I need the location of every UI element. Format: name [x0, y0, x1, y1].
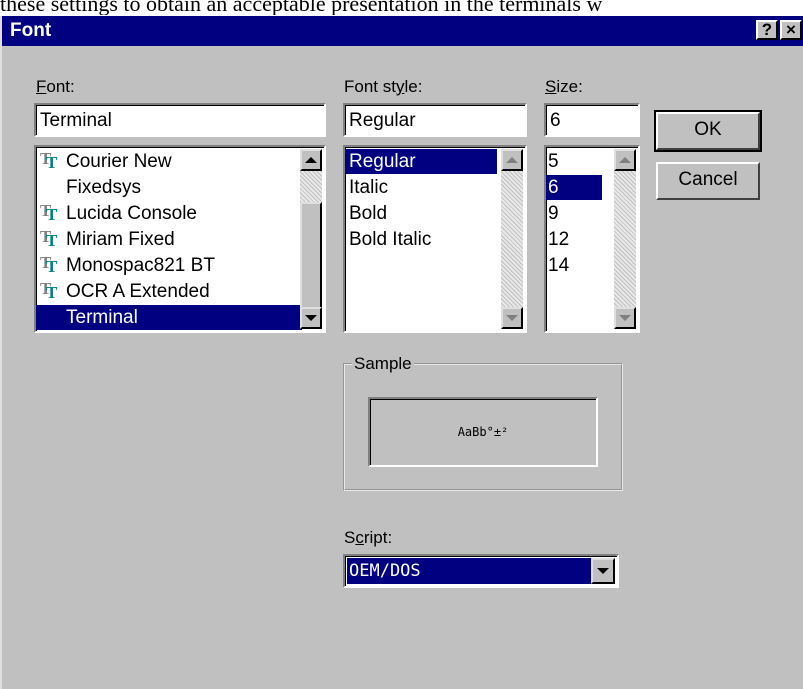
size-list-item[interactable]: 14 [546, 253, 602, 278]
sample-label: Sample [352, 354, 414, 374]
font-scroll-down-button[interactable] [300, 307, 322, 329]
truetype-font-icon: TT [40, 149, 58, 172]
help-button[interactable]: ? [756, 20, 778, 40]
size-list-item-label: 9 [548, 203, 559, 224]
size-list-item[interactable]: 12 [546, 227, 602, 252]
font-style-list[interactable]: Regular Italic Bold Bold Italic [343, 145, 527, 333]
size-scroll-up-button[interactable] [614, 149, 636, 171]
size-list-item[interactable]: 9 [546, 201, 602, 226]
font-list-item[interactable]: T T OCR A Extended [36, 279, 302, 304]
size-list-item[interactable]: 6 [546, 175, 602, 200]
script-label: Script: [344, 528, 393, 547]
dialog-title: Font [10, 20, 52, 41]
background-document-text: these settings to obtain an acceptable p… [0, 0, 603, 15]
ok-button[interactable]: OK [654, 110, 762, 152]
cancel-button[interactable]: Cancel [656, 162, 760, 200]
font-list-item[interactable]: T T Monospac821 BT [36, 253, 302, 278]
font-list-item[interactable]: Fixedsys [36, 175, 302, 200]
font-scroll-up-button[interactable] [300, 149, 322, 171]
font-list-item-label: Miriam Fixed [66, 229, 175, 250]
font-list-item[interactable]: T T Lucida Console [36, 201, 302, 226]
dropdown-arrow-icon [597, 568, 609, 574]
close-button[interactable]: × [780, 20, 802, 40]
size-scrollbar[interactable] [614, 149, 636, 329]
font-name-input[interactable]: Terminal [34, 103, 326, 137]
style-list-item[interactable]: Bold [345, 201, 497, 226]
size-list-item-label: 6 [548, 177, 559, 198]
script-dropdown-button[interactable] [591, 558, 615, 584]
style-list-item[interactable]: Regular [345, 149, 497, 174]
font-list-item-label: Terminal [66, 307, 138, 328]
scroll-down-arrow-icon [619, 315, 631, 321]
script-select-value[interactable]: OEM/DOS [347, 558, 591, 584]
size-list-item[interactable]: 5 [546, 149, 602, 174]
truetype-font-icon: TT [40, 201, 58, 224]
scroll-down-arrow-icon [305, 315, 317, 321]
font-style-scrollbar[interactable] [501, 149, 523, 329]
truetype-font-icon: TT [40, 227, 58, 250]
size-list-item-label: 5 [548, 151, 559, 172]
script-select[interactable]: OEM/DOS [343, 554, 619, 588]
style-list-item[interactable]: Italic [345, 175, 497, 200]
size-input[interactable]: 6 [544, 103, 640, 137]
size-list[interactable]: 5 6 9 12 14 [544, 145, 640, 333]
style-list-item[interactable]: Bold Italic [345, 227, 497, 252]
size-scroll-down-button[interactable] [614, 307, 636, 329]
style-list-item-label: Italic [349, 177, 389, 198]
size-list-item-label: 12 [548, 229, 570, 250]
scroll-down-arrow-icon [506, 315, 518, 321]
truetype-font-icon: TT [40, 279, 58, 302]
scroll-up-arrow-icon [619, 157, 631, 163]
font-list-item-label: Lucida Console [66, 203, 197, 224]
font-list-item[interactable]: T T Courier New [36, 149, 302, 174]
sample-text: AaBb°±² [457, 425, 509, 439]
font-style-input[interactable]: Regular [343, 103, 527, 137]
style-list-item-label: Bold [349, 203, 388, 224]
font-list[interactable]: T T Courier New Fixedsys T T Lucida Console T T M… [34, 145, 326, 333]
font-list-item-label: OCR A Extended [66, 281, 210, 302]
font-list-scrollbar[interactable] [300, 149, 322, 329]
font-scroll-thumb[interactable] [300, 202, 322, 309]
size-label: Size: [545, 77, 583, 96]
font-list-item[interactable]: Terminal [36, 305, 302, 330]
scroll-up-arrow-icon [305, 157, 317, 163]
scroll-up-arrow-icon [506, 157, 518, 163]
sample-preview: AaBb°±² [368, 397, 598, 467]
font-list-item-label: Fixedsys [66, 177, 141, 198]
title-bar: Font ? × [2, 16, 803, 46]
font-list-item-label: Courier New [66, 151, 172, 172]
style-scroll-down-button[interactable] [501, 307, 523, 329]
style-scroll-up-button[interactable] [501, 149, 523, 171]
truetype-font-icon: TT [40, 253, 58, 276]
font-list-item-label: Monospac821 BT [66, 255, 215, 276]
font-list-item[interactable]: T T Miriam Fixed [36, 227, 302, 252]
style-list-item-label: Bold Italic [349, 229, 432, 250]
font-style-label: Font style: [344, 77, 423, 96]
font-label: Font: [36, 77, 75, 96]
style-list-item-label: Regular [349, 151, 416, 172]
size-list-item-label: 14 [548, 255, 570, 276]
